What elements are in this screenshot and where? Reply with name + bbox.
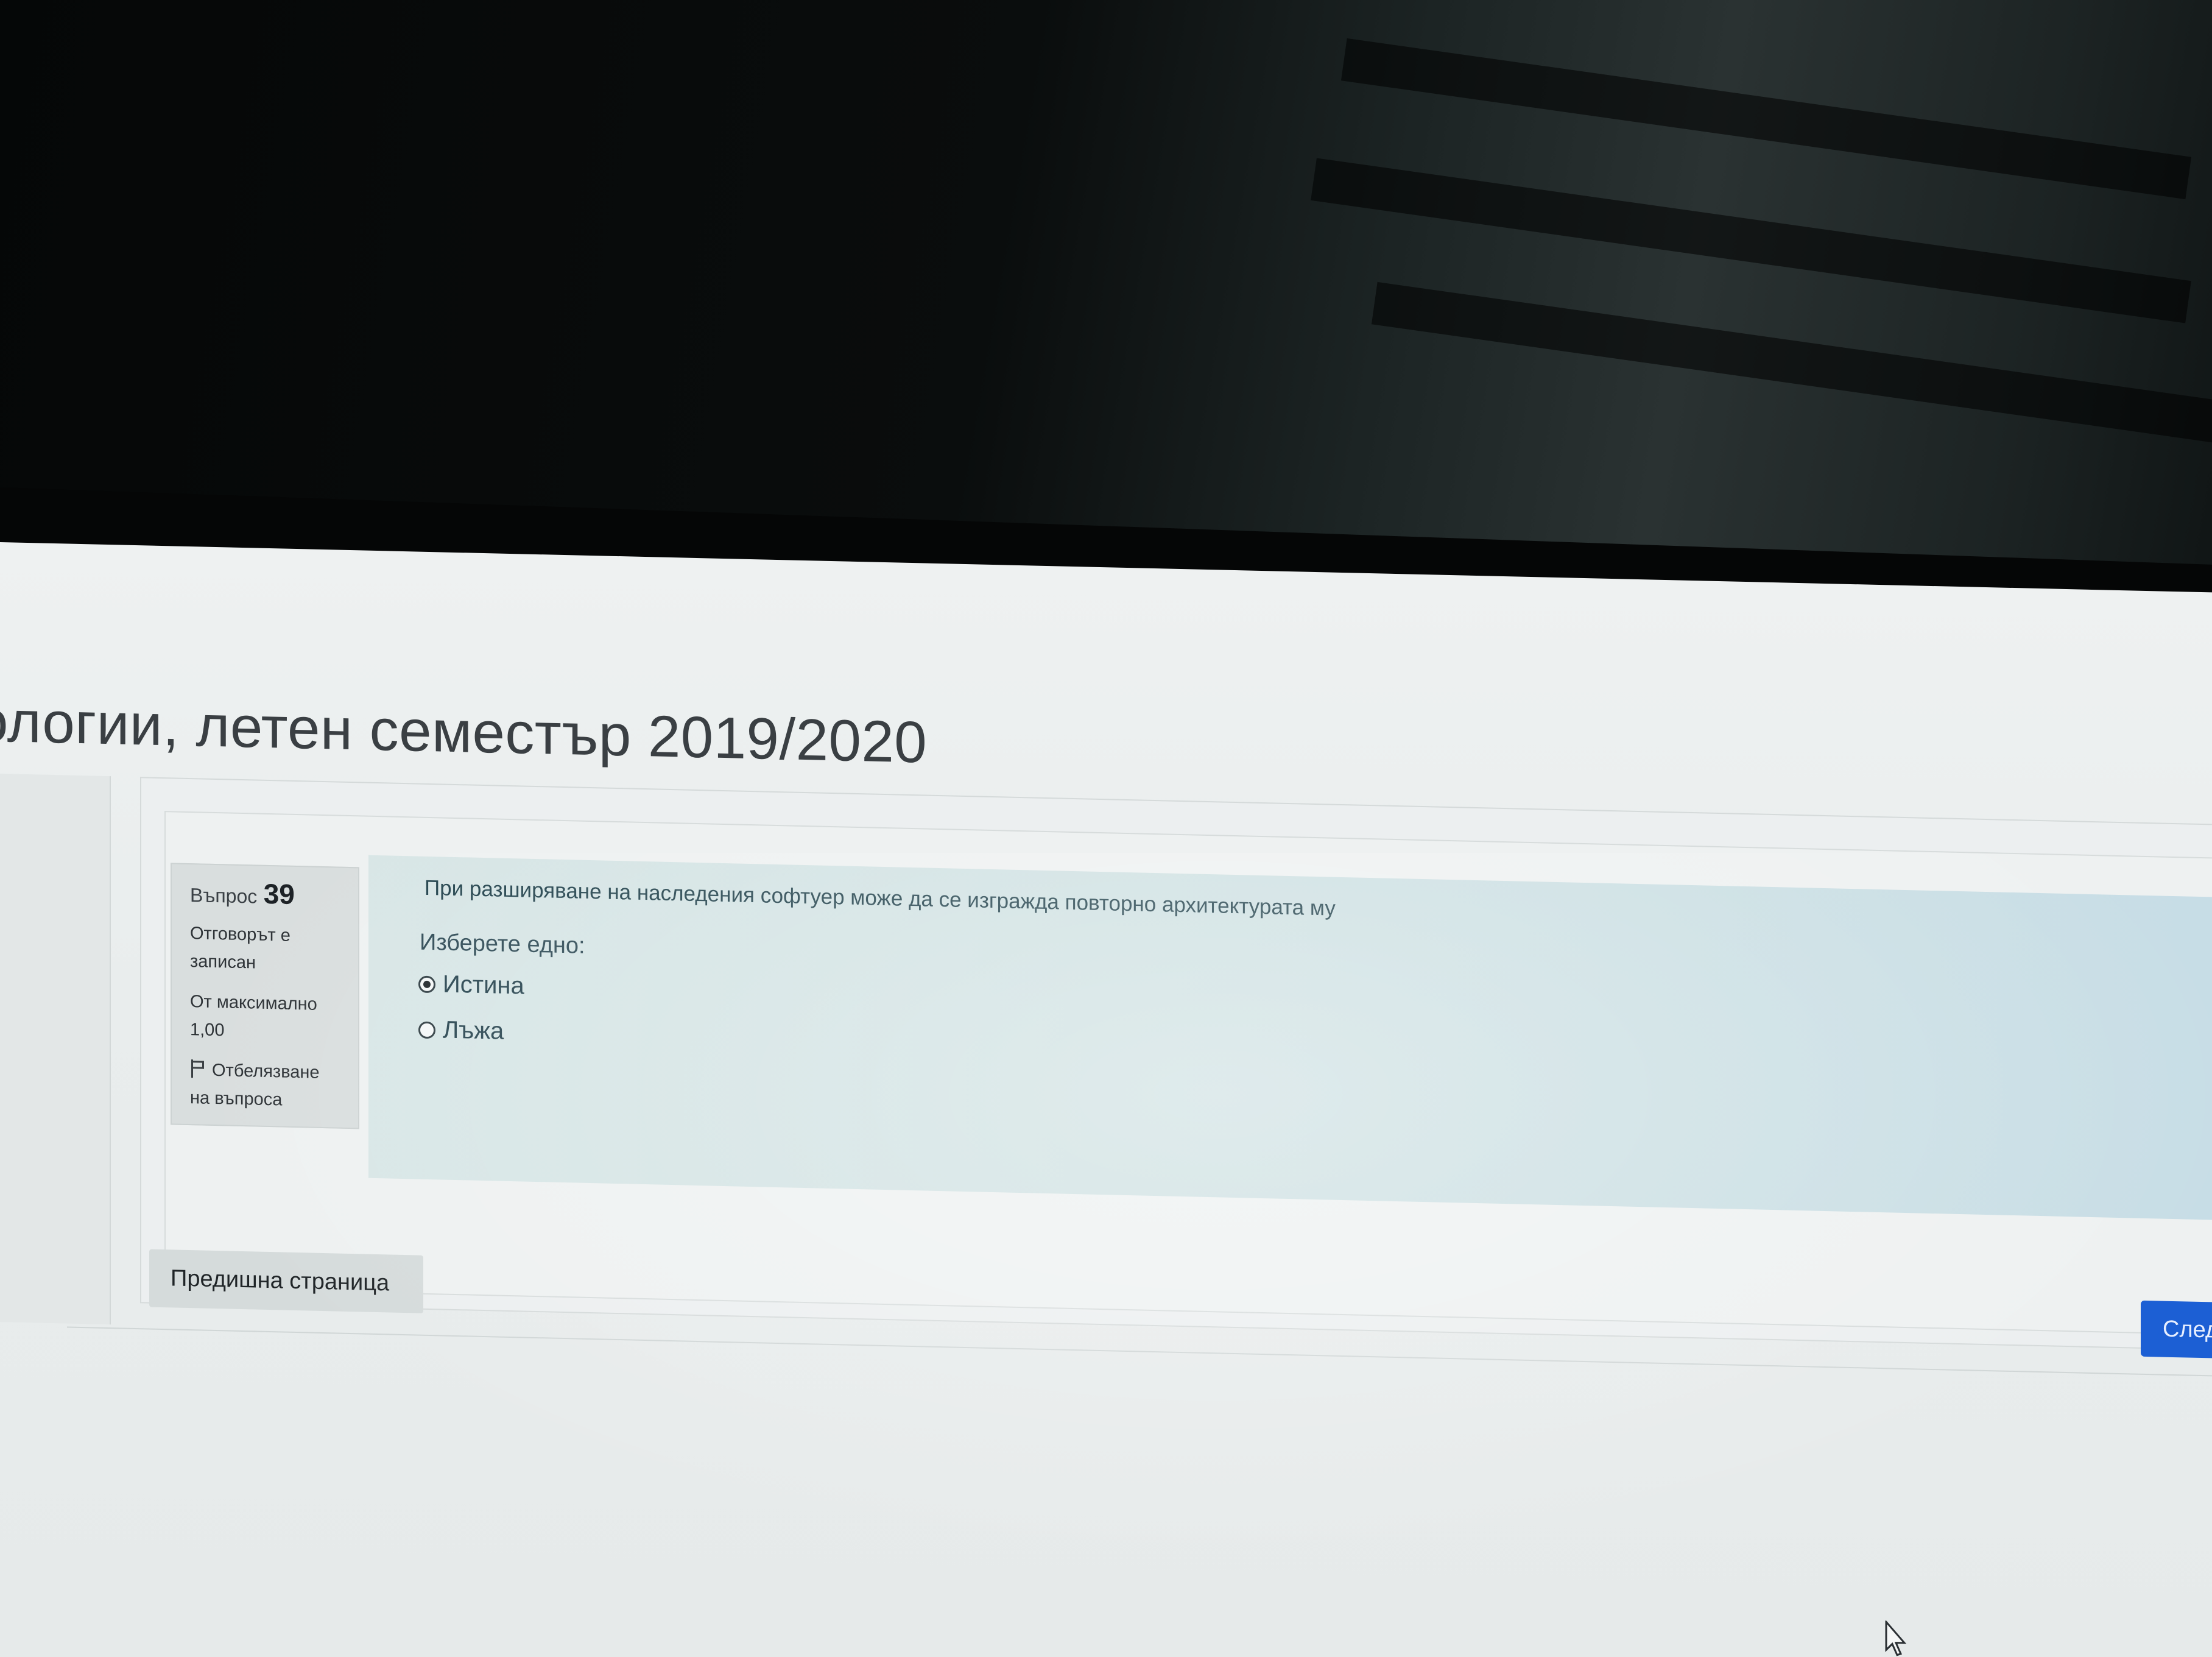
radio-icon[interactable]: [418, 1021, 435, 1039]
next-page-button[interactable]: След: [2141, 1300, 2212, 1358]
flag-icon: [190, 1059, 206, 1078]
question-content: При разширяване на наследения софтуер мо…: [368, 855, 2212, 1220]
question-grade: От максимално 1,00: [190, 992, 317, 1040]
question-info-box: Въпрос 39 Отговорът е записан От максима…: [171, 863, 359, 1129]
flag-question-link[interactable]: Отбелязване на въпроса: [190, 1056, 340, 1115]
question-number-label: Въпрос: [190, 884, 258, 908]
page-title: ологии, летен семестър 2019/2020: [0, 688, 928, 776]
answer-label-true: Истина: [443, 970, 524, 1000]
curtain-stripe: [1340, 38, 2192, 200]
question-number-value: 39: [263, 877, 295, 910]
radio-icon[interactable]: [418, 975, 435, 993]
mouse-pointer-icon: [1885, 1620, 1907, 1656]
left-sidebar: [0, 774, 111, 1325]
quiz-screen: ологии, летен семестър 2019/2020 Въпрос …: [0, 542, 2212, 1657]
question-state: Отговорът е записан: [190, 924, 291, 973]
question-number: Въпрос 39: [190, 875, 340, 912]
flag-question-label: Отбелязване на въпроса: [190, 1060, 320, 1110]
photo-frame: ологии, летен семестър 2019/2020 Въпрос …: [0, 0, 2212, 1657]
answer-label-false: Лъжа: [443, 1016, 504, 1045]
previous-page-button[interactable]: Предишна страница: [149, 1249, 423, 1313]
